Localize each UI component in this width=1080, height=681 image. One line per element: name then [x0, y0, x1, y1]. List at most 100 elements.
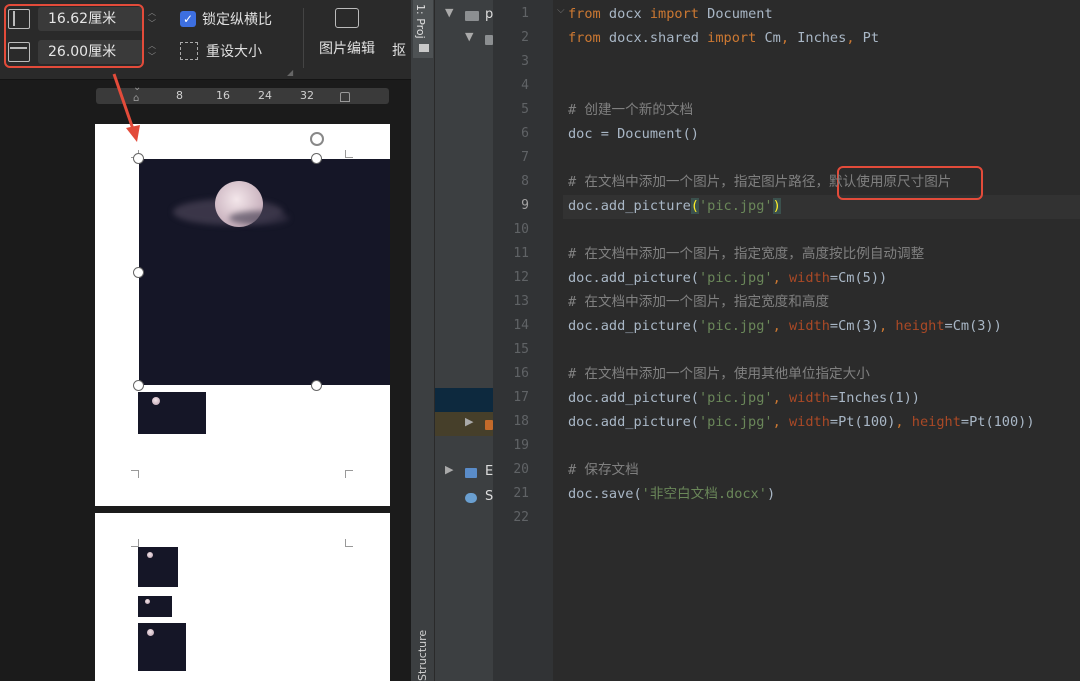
code-line[interactable]: doc.add_picture('pic.jpg', width=Cm(3), … [568, 314, 1002, 338]
project-tab-label: 1: Proj [414, 4, 427, 39]
line-number: 13 [513, 294, 529, 309]
resize-handle[interactable] [133, 380, 144, 391]
code-line[interactable]: doc.save('非空白文档.docx') [568, 482, 775, 506]
code-token: 'pic.jpg' [698, 390, 773, 406]
code-line[interactable]: # 保存文档 [568, 458, 639, 482]
code-token: =Pt(100) [829, 414, 896, 430]
resize-handle[interactable] [133, 267, 144, 278]
resize-handle[interactable] [133, 153, 144, 164]
reset-size-button[interactable]: 重设大小 [180, 41, 262, 61]
code-line[interactable]: # 在文档中添加一个图片，指定宽度和高度 [568, 290, 829, 314]
scratches-icon [465, 493, 477, 503]
code-token: from [568, 30, 601, 46]
reset-size-label: 重设大小 [206, 44, 262, 60]
line-number: 12 [513, 270, 529, 285]
code-token: ) [772, 198, 781, 214]
toolbar-divider [303, 8, 304, 68]
rotate-handle-icon[interactable] [310, 132, 324, 146]
line-number: 22 [513, 510, 529, 525]
crop-mark [345, 539, 353, 547]
code-token: width [789, 318, 830, 334]
cutout-button[interactable]: 抠 [392, 40, 410, 60]
code-line[interactable]: # 在文档中添加一个图片，指定宽度，高度按比例自动调整 [568, 242, 924, 266]
code-token: , [772, 318, 789, 334]
folder-icon [465, 11, 479, 21]
ruler-label: 24 [258, 89, 272, 102]
moon-image-small[interactable] [138, 392, 206, 434]
code-token: doc.add_picture( [568, 390, 699, 406]
code-token: , [772, 414, 789, 430]
line-number: 1 [521, 6, 529, 21]
tree-expand-icon[interactable]: ▶ [445, 463, 453, 476]
code-token: width [789, 270, 830, 286]
line-number: 16 [513, 366, 529, 381]
line-number-gutter: 1 2 3 4 5 6 7 8 9 10 11 12 13 14 15 16 17 18 19 20 21 22 [493, 0, 553, 681]
chevron-down-icon[interactable]: ﹀ [146, 51, 158, 62]
tree-row[interactable]: ▶ E [435, 460, 493, 484]
line-number: 3 [521, 54, 529, 69]
tree-row[interactable]: ▼ [435, 27, 493, 51]
code-token: , [780, 30, 790, 46]
tree-row[interactable]: ▶ [435, 412, 493, 436]
code-line[interactable]: # 创建一个新的文档 [568, 98, 693, 122]
code-token: doc = Document() [568, 126, 699, 142]
expand-corner-icon[interactable]: ◢ [287, 68, 293, 77]
code-token: # 在文档中添加一个图片，指定宽度，高度按比例自动调整 [568, 246, 925, 262]
code-line[interactable]: from docx.shared import Cm, Inches, Pt [568, 26, 879, 50]
code-token: 'pic.jpg' [698, 318, 773, 334]
code-token: doc.add_picture( [568, 270, 699, 286]
tree-expand-icon[interactable]: ▶ [465, 415, 473, 428]
moon-shape [152, 397, 160, 405]
line-number: 9 [521, 198, 529, 213]
height-stepper[interactable]: ︿ ﹀ [146, 40, 158, 64]
code-line[interactable]: doc.add_picture('pic.jpg', width=Cm(5)) [568, 266, 887, 290]
tree-row[interactable]: ▼ p [435, 3, 493, 27]
code-token: doc.add_picture [568, 198, 691, 214]
chevron-up-icon[interactable]: ︿ [146, 7, 158, 18]
chevron-up-icon[interactable]: ︿ [146, 40, 158, 51]
moon-image-pt[interactable] [138, 623, 186, 671]
resize-handle[interactable] [311, 380, 322, 391]
code-token: doc.add_picture( [568, 318, 699, 334]
checkbox-checked-icon[interactable]: ✓ [180, 11, 196, 27]
code-token: =Cm(3) [829, 318, 880, 334]
code-token: 'pic.jpg' [698, 270, 773, 286]
lock-aspect-ratio-checkbox[interactable]: ✓ 锁定纵横比 [180, 9, 272, 29]
code-token: , [895, 414, 912, 430]
tree-expand-icon[interactable]: ▼ [445, 6, 453, 19]
code-editor[interactable]: from docx import Document from docx.share… [563, 0, 1080, 681]
structure-tool-tab[interactable]: Structure [416, 630, 429, 681]
code-token: Pt [854, 30, 880, 46]
code-token: docx.shared [600, 30, 708, 46]
tree-item-label: E [485, 464, 493, 479]
tree-expand-icon[interactable]: ▼ [465, 30, 473, 43]
moon-shape [145, 599, 150, 604]
chevron-down-icon[interactable]: ﹀ [146, 18, 158, 29]
selected-moon-image[interactable] [139, 159, 390, 385]
tree-row[interactable]: S [435, 485, 493, 509]
tree-row-selected[interactable] [435, 388, 493, 412]
moon-image-cm3[interactable] [138, 547, 178, 587]
ruler-label: 8 [176, 89, 183, 102]
code-line[interactable]: from docx import Document [568, 2, 773, 26]
code-token: doc.add_picture( [568, 414, 699, 430]
code-line[interactable]: # 在文档中添加一个图片，指定图片路径，默认使用原尺寸图片 [568, 170, 951, 194]
code-line[interactable]: doc.add_picture('pic.jpg', width=Pt(100)… [568, 410, 1035, 434]
code-token: , [879, 318, 896, 334]
line-number: 20 [513, 462, 529, 477]
edit-picture-button[interactable]: 图片编辑 [312, 6, 382, 58]
crop-mark [345, 150, 353, 158]
code-token: from [568, 6, 601, 22]
code-line[interactable]: doc = Document() [568, 122, 699, 146]
moon-image-inch[interactable] [138, 596, 172, 617]
code-line[interactable]: # 在文档中添加一个图片，使用其他单位指定大小 [568, 362, 870, 386]
code-line[interactable]: doc.add_picture('pic.jpg') [568, 194, 781, 218]
code-line[interactable]: doc.add_picture('pic.jpg', width=Inches(… [568, 386, 920, 410]
word-processor-window: 16.62厘米 ︿ ﹀ 26.00厘米 ︿ ﹀ ✓ 锁定纵横比 重设大小 ◢ 图片编… [0, 0, 411, 681]
resize-handle[interactable] [311, 153, 322, 164]
right-indent-marker-icon[interactable] [340, 92, 350, 102]
width-stepper[interactable]: ︿ ﹀ [146, 7, 158, 31]
project-tool-tab[interactable]: 1: Proj [413, 0, 433, 58]
code-token: # 在文档中添加一个图片，指定图片路径，默认使用原尺寸图片 [568, 174, 952, 190]
library-icon [465, 468, 477, 478]
